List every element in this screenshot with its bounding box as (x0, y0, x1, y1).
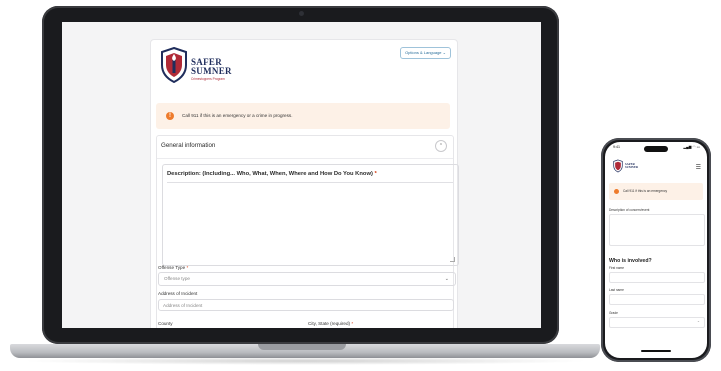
offense-type-placeholder: Offense type (164, 276, 190, 281)
laptop-notch (258, 344, 346, 350)
description-textarea[interactable]: Description: (Including... Who, What, Wh… (162, 164, 459, 266)
phone-emergency-alert: Call 911 if this is an emergency (609, 183, 703, 200)
logo-title: SAFER SUMNER (191, 57, 232, 76)
report-form-page: SAFER SUMNER Crimestoppers Program Option… (150, 39, 459, 328)
options-language-button[interactable]: Options & Language ⌄ (400, 47, 451, 59)
phone-status-icons: ▂▄▆ ◠ ▭ (683, 145, 700, 149)
emergency-alert: ! Call 911 if this is an emergency or a … (156, 103, 450, 129)
shield-torch-icon (613, 159, 623, 173)
phone-clock: 9:41 (613, 145, 620, 149)
section-title: General information (161, 142, 216, 149)
safer-sumner-logo: SAFER SUMNER Crimestoppers Program (160, 47, 240, 91)
general-information-section: General information ⌃ Description: (Incl… (156, 135, 459, 328)
phone-logo-title: SAFER SUMNER (625, 162, 639, 169)
logo-tagline: Crimestoppers Program (191, 77, 225, 81)
county-label: County (158, 321, 173, 326)
last-name-input[interactable] (609, 294, 705, 305)
first-name-input[interactable] (609, 272, 705, 283)
description-label: Description: (Including... Who, What, Wh… (167, 171, 377, 177)
laptop-shadow (20, 357, 590, 365)
phone-screen: 9:41 ▂▄▆ ◠ ▭ SAFER SUMNER ☰ Call 911 if t… (605, 142, 707, 358)
grade-select[interactable]: ⌄ (609, 317, 705, 328)
shield-torch-icon (161, 47, 187, 83)
offense-type-select[interactable]: Offense type ⌄ (158, 272, 456, 286)
home-indicator (641, 350, 671, 352)
collapse-button[interactable]: ⌃ (435, 140, 447, 152)
address-input[interactable]: Address of Incident (158, 299, 454, 311)
phone-alert-text: Call 911 if this is an emergency (623, 189, 668, 193)
phone-logo: SAFER SUMNER (613, 159, 638, 175)
laptop-camera (298, 11, 304, 16)
section-divider (157, 158, 453, 159)
who-involved-heading: Who is involved? (609, 258, 652, 264)
phone-description-textarea[interactable] (609, 214, 705, 246)
chevron-down-icon: ⌄ (696, 319, 700, 323)
phone-description-label: Description of concern/event (609, 208, 650, 212)
first-name-label: First name (609, 266, 625, 270)
address-label: Address of Incident (158, 291, 198, 296)
warning-icon (614, 189, 619, 194)
phone-frame: 9:41 ▂▄▆ ◠ ▭ SAFER SUMNER ☰ Call 911 if t… (601, 138, 711, 362)
dynamic-island (644, 146, 668, 152)
warning-icon: ! (166, 112, 174, 120)
laptop-screen: SAFER SUMNER Crimestoppers Program Option… (62, 22, 541, 328)
offense-type-label: Offense Type * (158, 265, 189, 270)
alert-text: Call 911 if this is an emergency or a cr… (182, 113, 293, 118)
chevron-down-icon: ⌄ (444, 276, 449, 282)
resize-handle-icon[interactable] (450, 257, 455, 262)
required-mark: * (374, 171, 377, 177)
grade-label: Grade (609, 311, 618, 315)
city-state-label: City, State (required) * (308, 321, 354, 326)
last-name-label: Last name (609, 288, 624, 292)
description-divider (167, 182, 453, 183)
hamburger-menu-icon[interactable]: ☰ (696, 164, 701, 171)
